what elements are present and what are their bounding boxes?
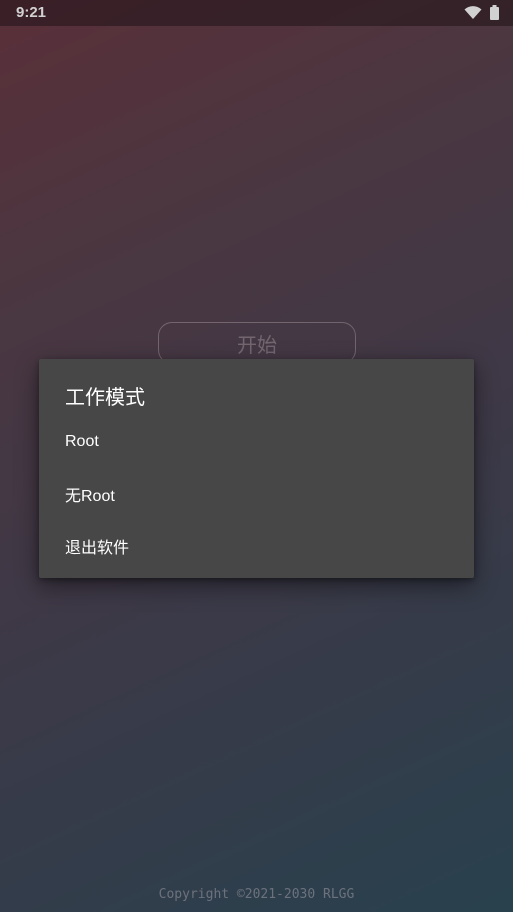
work-mode-dialog: 工作模式 Root 无Root 退出软件	[39, 359, 474, 578]
dialog-item-no-root[interactable]: 无Root	[39, 468, 474, 520]
app-screen: 9:21 开始 工作模式 Root 无Root 退出软件 Copyright ©…	[0, 0, 513, 912]
dialog-item-root[interactable]: Root	[39, 416, 474, 468]
dialog-title: 工作模式	[65, 385, 145, 409]
copyright-text: Copyright ©2021-2030 RLGG	[158, 887, 355, 902]
dialog-item-exit[interactable]: 退出软件	[39, 520, 474, 572]
